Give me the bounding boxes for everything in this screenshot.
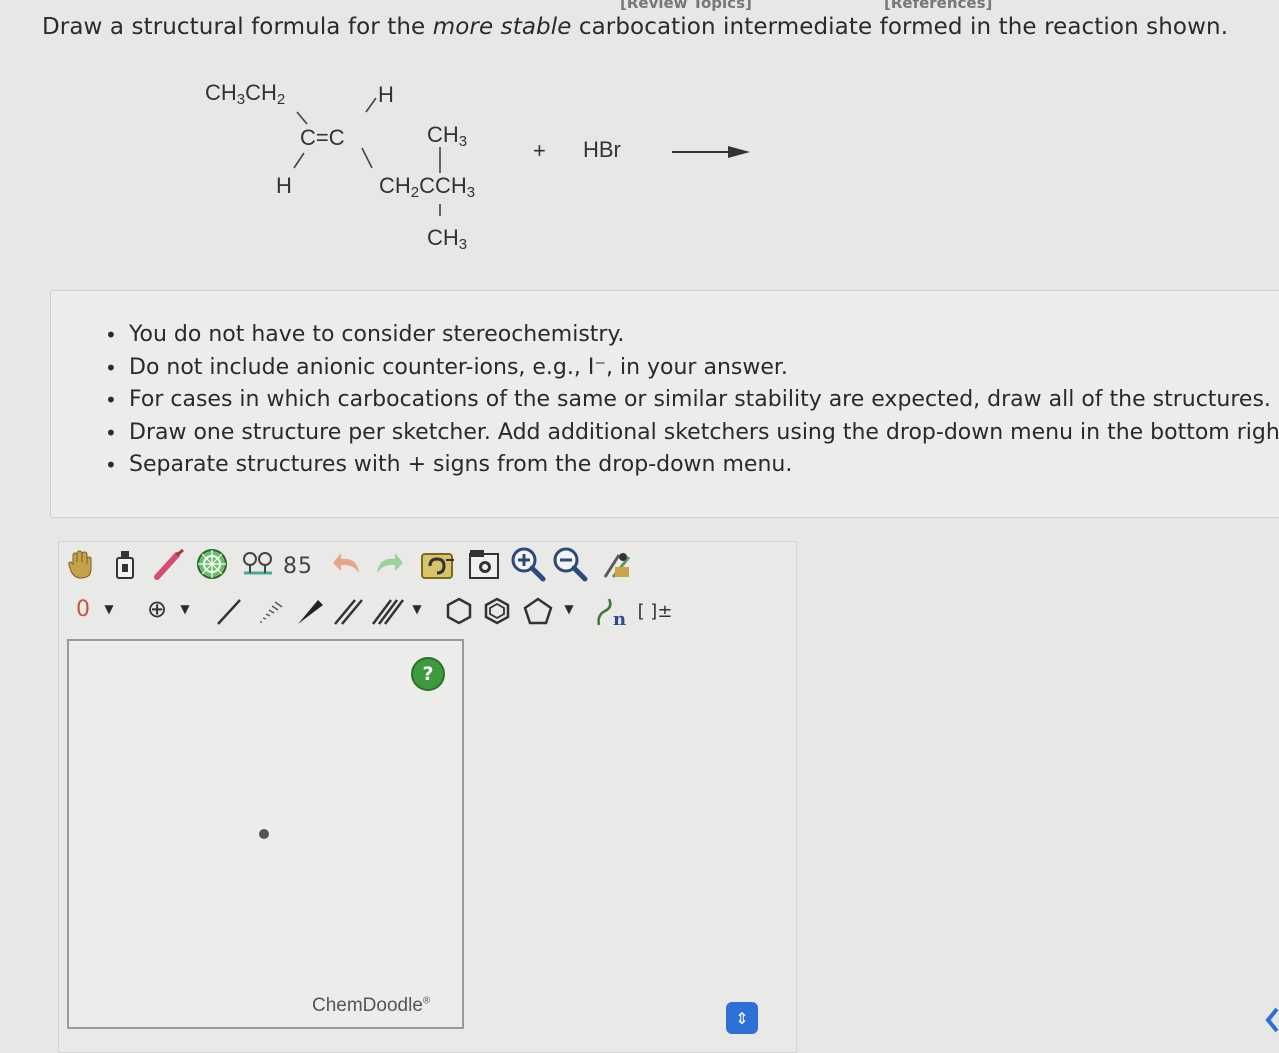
instructions-box: You do not have to consider stereochemis… — [50, 290, 1279, 518]
clean-icon[interactable] — [238, 546, 278, 582]
chevron-down-icon[interactable]: ▼ — [408, 594, 426, 624]
double-bond-icon[interactable] — [330, 594, 366, 628]
bond-lines — [293, 97, 750, 216]
chevron-down-icon[interactable]: ▼ — [560, 594, 578, 624]
benzene-icon[interactable] — [480, 594, 514, 628]
hand-icon[interactable] — [64, 548, 98, 582]
chevron-left-icon[interactable] — [1262, 1006, 1279, 1034]
chevron-down-icon[interactable]: ▼ — [176, 594, 194, 624]
instruction-item: Separate structures with + signs from th… — [105, 449, 1279, 482]
ring-template-icon[interactable] — [194, 546, 230, 582]
redo-icon[interactable] — [370, 546, 406, 582]
zoom-out-icon[interactable] — [550, 544, 590, 584]
cyclopentane-icon[interactable] — [520, 594, 556, 628]
undo-icon[interactable] — [330, 546, 366, 582]
svg-text:8: 8 — [283, 554, 297, 579]
brand-mark: ® — [422, 995, 431, 1007]
lasso-icon[interactable] — [152, 546, 188, 582]
copy-icon[interactable] — [418, 546, 458, 584]
sgroup-label: n — [613, 609, 626, 629]
sgroup-icon[interactable]: n — [592, 594, 632, 630]
single-bond-icon[interactable] — [212, 594, 246, 628]
instruction-item: You do not have to consider stereochemis… — [105, 319, 1279, 352]
plus-charge-button[interactable]: ⊕ — [140, 594, 174, 624]
add-sketcher-dropdown-button[interactable]: ⇕ — [726, 1002, 758, 1034]
help-button[interactable]: ? — [411, 657, 445, 691]
references-link[interactable]: [References] — [884, 0, 992, 12]
chemdoodle-brand: ChemDoodle® — [312, 995, 430, 1017]
instruction-item: For cases in which carbocations of the s… — [105, 384, 1279, 417]
bracket-charge-button[interactable]: [ ]± — [634, 594, 676, 628]
wedge-bond-icon[interactable] — [292, 594, 326, 628]
svg-text:5: 5 — [298, 554, 312, 579]
brand-name: ChemDoodle — [312, 995, 423, 1016]
paste-icon[interactable] — [464, 546, 504, 584]
instruction-item: Do not include anionic counter-ions, e.g… — [105, 352, 1279, 385]
canvas-dot — [259, 829, 269, 839]
zoom-in-icon[interactable] — [508, 544, 548, 584]
atom-map-icon[interactable]: 85 — [280, 546, 318, 582]
triple-bond-icon[interactable] — [368, 594, 408, 628]
charge-zero-button[interactable]: 0 — [68, 594, 98, 624]
cyclohexane-icon[interactable] — [442, 594, 476, 628]
settings-icon[interactable] — [598, 546, 636, 584]
chevron-down-icon[interactable]: ▼ — [100, 594, 118, 624]
reagent-hbr: HBr — [583, 137, 621, 162]
plus-sign: + — [533, 138, 546, 163]
eraser-bottle-icon[interactable] — [108, 546, 142, 582]
hashed-wedge-bond-icon[interactable] — [252, 594, 286, 628]
instruction-item: Draw one structure per sketcher. Add add… — [105, 417, 1279, 450]
reaction-arrow — [672, 146, 750, 158]
instructions-list: You do not have to consider stereochemis… — [51, 291, 1279, 482]
